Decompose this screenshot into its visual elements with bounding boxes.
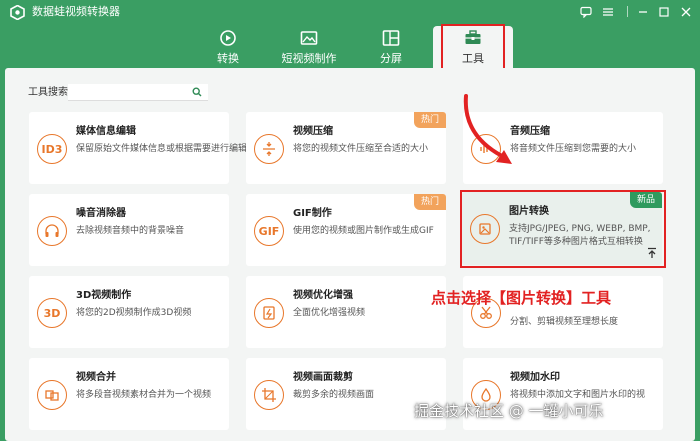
card-desc: 全面优化增强视频 <box>293 308 366 318</box>
tool-card-video-compress[interactable]: 视频压缩 将您的视频文件压缩至合适的大小 热门 <box>246 112 446 184</box>
id3-icon: ID3 <box>37 134 67 164</box>
headphone-icon <box>37 216 67 246</box>
search-icon[interactable] <box>192 87 202 97</box>
card-desc: 使用您的视频或图片制作或生成GIF <box>293 226 434 236</box>
menu-icon[interactable] <box>599 3 617 21</box>
tool-card-video-enhance[interactable]: 视频优化增强 全面优化增强视频 <box>246 276 446 348</box>
minimize-icon[interactable] <box>634 3 652 21</box>
convert-icon <box>220 30 236 46</box>
compress-icon <box>254 134 284 164</box>
card-title: 媒体信息编辑 <box>76 126 136 137</box>
tab-short-video-label: 短视频制作 <box>281 52 337 65</box>
tool-card-gif-maker[interactable]: GIF GIF制作 使用您的视频或图片制作或生成GIF 热门 <box>246 194 446 266</box>
card-title: 3D视频制作 <box>76 290 132 301</box>
app-title: 数据蛙视频转换器 <box>32 5 120 18</box>
title-separator <box>627 6 628 17</box>
tool-card-video-trim[interactable]: 分割、剪辑视频至理想长度 <box>463 276 663 348</box>
pin-to-top-icon[interactable] <box>646 247 658 259</box>
card-title: 视频优化增强 <box>293 290 353 301</box>
tool-card-noise-remover[interactable]: 噪音消除器 去除视频音频中的背景噪音 <box>29 194 229 266</box>
annotation-text: 点击选择【图片转换】工具 <box>431 289 612 307</box>
watermark-text: 掘金技术社区 @ 一罐小可乐 <box>414 402 604 420</box>
hot-badge: 热门 <box>414 112 446 128</box>
card-title: 噪音消除器 <box>76 208 126 219</box>
card-title: 视频加水印 <box>510 372 560 383</box>
card-desc: 将您的2D视频制作成3D视频 <box>76 308 192 318</box>
card-title: 视频压缩 <box>293 126 333 137</box>
tab-split-screen[interactable]: 分屏 <box>351 26 431 68</box>
maximize-icon[interactable] <box>655 3 673 21</box>
card-desc: 将多段音视频素材合并为一个视频 <box>76 390 212 400</box>
enhance-icon <box>254 298 284 328</box>
tab-split-screen-label: 分屏 <box>380 52 402 65</box>
card-desc: 将音频文件压缩到您需要的大小 <box>510 144 637 154</box>
tool-card-media-info[interactable]: ID3 媒体信息编辑 保留原始文件媒体信息或根据需要进行编辑 <box>29 112 247 184</box>
tab-convert-label: 转换 <box>217 52 239 65</box>
app-logo-icon <box>10 5 25 20</box>
merge-icon <box>37 380 67 410</box>
hot-badge: 热门 <box>414 194 446 210</box>
crop-icon <box>254 380 284 410</box>
card-title: 视频合并 <box>76 372 116 383</box>
search-label: 工具搜索: <box>28 87 72 98</box>
feedback-icon[interactable] <box>577 3 595 21</box>
3d-icon: 3D <box>37 298 67 328</box>
tool-card-video-merge[interactable]: 视频合并 将多段音视频素材合并为一个视频 <box>29 358 229 430</box>
card-title: GIF制作 <box>293 208 332 219</box>
split-screen-icon <box>382 30 400 46</box>
gif-icon: GIF <box>254 216 284 246</box>
card-desc: 将您的视频文件压缩至合适的大小 <box>293 144 429 154</box>
annotation-arrow <box>463 94 512 164</box>
card-desc: 去除视频音频中的背景噪音 <box>76 226 185 236</box>
card-title: 视频画面裁剪 <box>293 372 353 383</box>
tab-convert[interactable]: 转换 <box>188 26 268 68</box>
search-input[interactable] <box>68 84 208 101</box>
close-icon[interactable] <box>677 3 695 21</box>
card-desc: 分割、剪辑视频至理想长度 <box>510 317 619 327</box>
card-desc: 保留原始文件媒体信息或根据需要进行编辑 <box>76 144 248 154</box>
image-convert-highlight <box>460 190 666 268</box>
tab-short-video[interactable]: 短视频制作 <box>269 26 349 68</box>
tool-card-3d-video[interactable]: 3D 3D视频制作 将您的2D视频制作成3D视频 <box>29 276 229 348</box>
tools-tab-highlight <box>441 24 505 72</box>
image-frame-icon <box>300 31 318 45</box>
title-bar: 数据蛙视频转换器 <box>0 0 700 24</box>
